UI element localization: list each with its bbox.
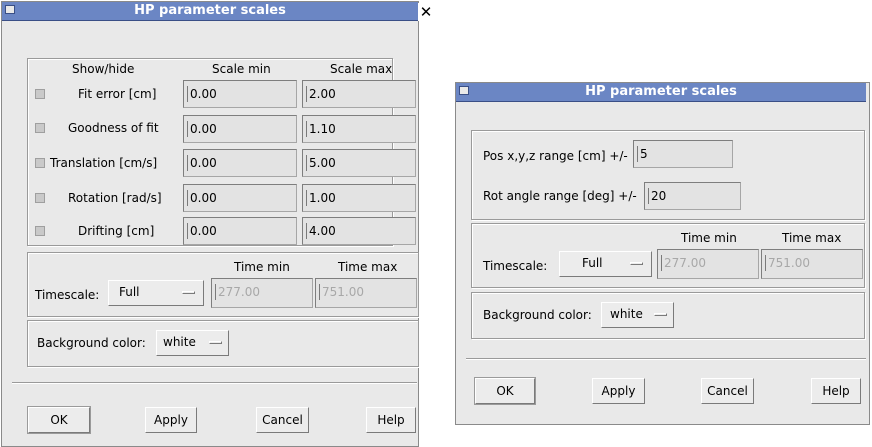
timescale-option-menu[interactable]: Full	[108, 280, 204, 306]
drifting-min-field[interactable]: 0.00	[183, 217, 297, 245]
pos-range-label: Pos x,y,z range [cm] +/-	[483, 149, 628, 163]
time-min-label: Time min	[234, 260, 290, 274]
time-min-field-2[interactable]: 277.00	[657, 249, 759, 279]
fit-error-max-value: 2.00	[309, 87, 336, 101]
show-drifting-checkbox[interactable]	[35, 226, 45, 236]
show-goodness-of-fit-checkbox[interactable]	[35, 123, 45, 133]
time-max-field[interactable]: 751.00	[315, 278, 417, 308]
show-translation-checkbox[interactable]	[35, 158, 45, 168]
timescale-value-2: Full	[582, 256, 603, 270]
time-max-value-2: 751.00	[768, 256, 810, 270]
time-min-value: 277.00	[218, 285, 260, 299]
option-menu-indicator-icon	[209, 341, 222, 344]
time-max-field-2[interactable]: 751.00	[761, 249, 863, 279]
drifting-label: Drifting [cm]	[78, 224, 155, 238]
apply-button[interactable]: Apply	[145, 407, 197, 433]
show-fit-error-checkbox[interactable]	[35, 89, 45, 99]
fit-error-min-field[interactable]: 0.00	[183, 80, 297, 108]
background-color-label: Background color:	[37, 336, 146, 350]
timescale-option-menu-2[interactable]: Full	[559, 251, 652, 277]
close-icon[interactable]: ✕	[418, 3, 434, 21]
help-button[interactable]: Help	[366, 407, 416, 433]
rot-range-field[interactable]: 20	[644, 182, 741, 210]
rotation-min-value: 0.00	[190, 191, 217, 205]
drifting-max-value: 4.00	[309, 224, 336, 238]
goodness-of-fit-max-field[interactable]: 1.10	[302, 115, 416, 143]
rotation-max-field[interactable]: 1.00	[302, 184, 416, 212]
cancel-button-2[interactable]: Cancel	[701, 378, 754, 404]
help-button-2[interactable]: Help	[811, 378, 861, 404]
goodness-of-fit-label: Goodness of fit	[68, 121, 159, 135]
title-bar[interactable]: HP parameter scales ✕	[2, 2, 434, 21]
translation-min-field[interactable]: 0.00	[183, 149, 297, 177]
drifting-min-value: 0.00	[190, 224, 217, 238]
dialog-title-2: HP parameter scales	[585, 84, 737, 99]
translation-max-field[interactable]: 5.00	[302, 149, 416, 177]
timescale-label: Timescale:	[35, 288, 100, 302]
show-rotation-checkbox[interactable]	[35, 193, 45, 203]
scale-max-header: Scale max	[330, 62, 393, 76]
background-color-value: white	[163, 335, 196, 349]
ok-button-2[interactable]: OK	[475, 378, 535, 404]
pos-range-value: 5	[640, 147, 648, 161]
translation-label: Translation [cm/s]	[50, 156, 158, 170]
hp-parameter-scales-dialog: HP parameter scales ✕ Show/hide Scale mi…	[1, 1, 434, 447]
time-max-label: Time max	[338, 260, 398, 274]
rotation-max-value: 1.00	[309, 191, 336, 205]
translation-max-value: 5.00	[309, 156, 336, 170]
apply-button-2[interactable]: Apply	[592, 378, 645, 404]
option-menu-indicator-icon	[654, 313, 667, 316]
dialog-title: HP parameter scales	[134, 3, 286, 18]
translation-min-value: 0.00	[190, 156, 217, 170]
background-color-value-2: white	[610, 307, 643, 321]
rot-range-label: Rot angle range [deg] +/-	[483, 189, 637, 203]
time-min-field[interactable]: 277.00	[211, 278, 313, 308]
rotation-label: Rotation [rad/s]	[68, 191, 162, 205]
button-separator	[12, 382, 417, 384]
pos-range-field[interactable]: 5	[633, 140, 733, 168]
timescale-label-2: Timescale:	[483, 259, 548, 273]
button-separator-2	[466, 358, 866, 360]
time-max-label-2: Time max	[782, 231, 842, 245]
rot-range-value: 20	[651, 189, 667, 203]
goodness-of-fit-min-field[interactable]: 0.00	[183, 115, 297, 143]
background-color-option-menu-2[interactable]: white	[601, 302, 674, 328]
title-bar-2[interactable]: HP parameter scales	[456, 83, 866, 102]
drifting-max-field[interactable]: 4.00	[302, 217, 416, 245]
rotation-min-field[interactable]: 0.00	[183, 184, 297, 212]
hp-parameter-scales-dialog-2: HP parameter scales Pos x,y,z range [cm]…	[455, 82, 870, 425]
time-min-value-2: 277.00	[664, 256, 706, 270]
option-menu-indicator-icon	[182, 291, 195, 294]
fit-error-label: Fit error [cm]	[78, 87, 157, 101]
time-max-value: 751.00	[322, 285, 364, 299]
timescale-value: Full	[119, 285, 140, 299]
option-menu-indicator-icon	[630, 262, 643, 265]
ok-button[interactable]: OK	[28, 407, 90, 433]
background-color-label-2: Background color:	[483, 308, 592, 322]
fit-error-max-field[interactable]: 2.00	[302, 80, 416, 108]
fit-error-min-value: 0.00	[190, 87, 217, 101]
time-min-label-2: Time min	[681, 231, 737, 245]
scale-min-header: Scale min	[212, 62, 271, 76]
background-color-option-menu[interactable]: white	[156, 330, 229, 356]
show-hide-header: Show/hide	[72, 62, 135, 76]
goodness-of-fit-max-value: 1.10	[309, 122, 336, 136]
cancel-button[interactable]: Cancel	[256, 407, 309, 433]
goodness-of-fit-min-value: 0.00	[190, 122, 217, 136]
